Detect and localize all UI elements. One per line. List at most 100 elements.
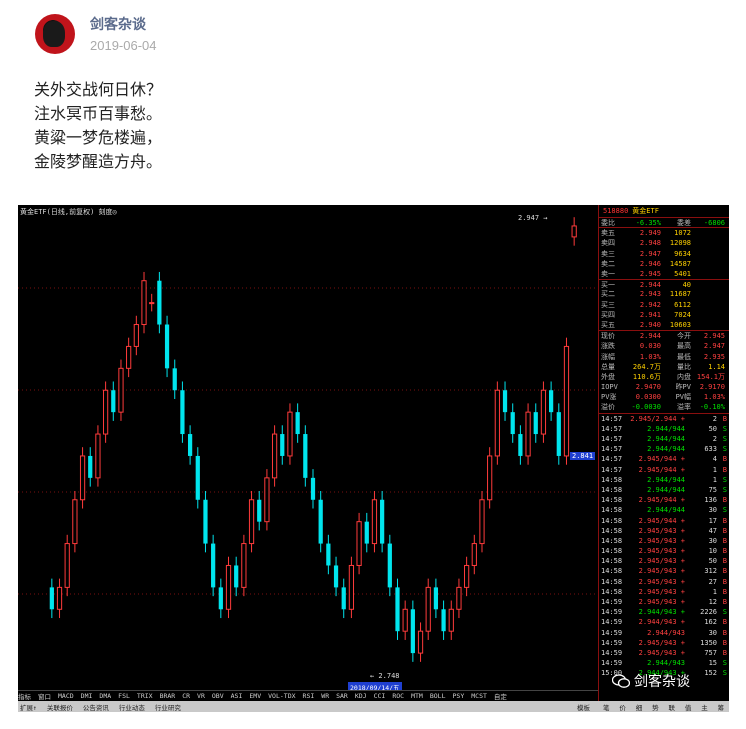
quote-footer-tab[interactable]: 值 <box>685 702 692 712</box>
indicator-tab[interactable]: CCI <box>374 692 386 700</box>
indicator-tab[interactable]: RSI <box>303 692 315 700</box>
tick-row: 14:59 2.945/943 + 12 B <box>599 597 729 607</box>
template-tab[interactable]: 模板 <box>575 702 590 712</box>
quote-footer-tab[interactable]: 主 <box>701 702 708 712</box>
candle-body <box>510 412 515 435</box>
indicator-tab[interactable]: FSL <box>118 692 130 700</box>
indicator-tab[interactable]: 自定 <box>494 691 507 701</box>
candle-body <box>533 412 538 435</box>
stat-row: 溢价 -0.0030 溢率 -0.10% <box>599 402 729 412</box>
tick-side: B <box>722 496 727 505</box>
tick-list[interactable]: 14:57 2.945/2.944 +2 B 14:57 2.944/944 50 S 14:… <box>599 412 729 679</box>
tick-row: 14:58 2.945/943 + 47 B <box>599 526 729 536</box>
avatar-silhouette <box>43 21 65 47</box>
indicator-tab[interactable]: DMI <box>81 692 93 700</box>
candle-body <box>118 367 124 413</box>
tick-time: 14:59 <box>601 648 623 657</box>
indicator-tab[interactable]: DMA <box>99 692 111 700</box>
candle-body <box>149 302 155 305</box>
quote-footer-tab[interactable]: 细 <box>636 702 643 712</box>
tick-price: 2.945/943 + <box>638 567 685 576</box>
author-name[interactable]: 剑客杂谈 <box>90 14 146 34</box>
tick-row: 14:58 2.945/944 + 17 B <box>599 515 729 525</box>
tick-side: B <box>722 526 727 535</box>
stat-value: 264.7万 <box>632 362 661 371</box>
order-book-row: 卖二 2.946 14587 <box>599 259 729 269</box>
candle-body <box>525 411 531 457</box>
tick-price: 2.945/943 + <box>638 577 685 586</box>
order-level-label: 卖四 <box>601 239 615 248</box>
indicator-tab[interactable]: ASI <box>231 692 243 700</box>
candle-body <box>141 280 147 326</box>
indicator-tab[interactable]: EMV <box>249 692 261 700</box>
indicator-tab[interactable]: TRIX <box>137 692 153 700</box>
order-level-label: 卖二 <box>601 259 615 268</box>
candle-body <box>402 608 408 632</box>
tick-row: 14:59 2.944/943 15 S <box>599 658 729 668</box>
tick-price: 2.944/944 <box>647 475 685 484</box>
poem-line: 关外交战何日休？ <box>34 80 163 99</box>
order-price: 2.948 <box>639 239 661 248</box>
indicator-tab[interactable]: BRAR <box>160 692 176 700</box>
indicator-tab[interactable]: MACD <box>58 692 74 700</box>
tick-side: B <box>722 567 727 576</box>
indicator-tab[interactable]: VR <box>197 692 205 700</box>
quote-header: 518880 黄金ETF <box>599 205 729 217</box>
order-book-row: 买二 2.943 11687 <box>599 289 729 299</box>
bottom-tab[interactable]: 公告资讯 <box>81 702 109 712</box>
label: 委比 <box>601 218 615 227</box>
indicator-tab[interactable]: OBV <box>212 692 224 700</box>
indicator-tab[interactable]: PSY <box>453 692 465 700</box>
quote-footer-tab[interactable]: 价 <box>619 702 626 712</box>
indicator-tab[interactable]: MTM <box>411 692 423 700</box>
candle-body <box>549 390 554 413</box>
order-book-row: 买三 2.942 6112 <box>599 300 729 310</box>
indicator-tab[interactable]: KDJ <box>355 692 367 700</box>
indicator-tab[interactable]: 指标 <box>18 691 31 701</box>
candle-body <box>356 521 362 566</box>
candle-body <box>540 389 547 435</box>
quote-footer-tab[interactable]: 笔 <box>603 702 610 712</box>
indicator-tab[interactable]: ROC <box>392 692 404 700</box>
tick-time: 14:58 <box>601 567 623 576</box>
candle-body <box>518 434 523 456</box>
stat-label: 量比 <box>677 362 691 371</box>
order-price: 2.941 <box>639 310 661 319</box>
quote-footer-tab[interactable]: 筹 <box>718 702 725 712</box>
tick-row: 14:58 2.945/943 + 312 B <box>599 566 729 576</box>
tick-row: 14:58 2.945/943 + 27 B <box>599 577 729 587</box>
stat-label: 最高 <box>677 342 691 351</box>
indicator-tab[interactable]: CR <box>182 692 190 700</box>
quote-footer-tab[interactable]: 联 <box>668 702 675 712</box>
bottom-tab[interactable]: 关联报价 <box>45 702 73 712</box>
indicator-tab[interactable]: 窗口 <box>38 691 51 701</box>
tick-time: 14:57 <box>601 414 623 423</box>
tick-volume: 757 <box>704 648 717 657</box>
tick-row: 14:58 2.945/943 + 50 B <box>599 556 729 566</box>
candle-body <box>211 543 216 588</box>
order-price: 2.945 <box>639 270 661 279</box>
indicator-tab[interactable]: WR <box>321 692 329 700</box>
bottom-tab[interactable]: 行业研究 <box>153 702 181 712</box>
tick-side: B <box>722 414 727 423</box>
stock-chart-image[interactable]: 2.947 → ← 2.748 黄金ETF(日线,前复权) 刻度◎ 2.841 … <box>18 205 729 712</box>
bottom-tab[interactable]: 扩展↑ <box>18 702 37 712</box>
bottom-tab[interactable]: 行业动态 <box>117 702 145 712</box>
quote-footer-tab[interactable]: 势 <box>652 702 659 712</box>
candle-body <box>494 389 500 457</box>
tick-price: 2.944/944 <box>647 485 685 494</box>
stat-label: 外盘 <box>601 372 615 381</box>
indicator-tab[interactable]: MCST <box>471 692 487 700</box>
order-volume: 10603 <box>669 320 691 329</box>
tick-price: 2.944/943 <box>647 628 685 637</box>
tick-row: 14:57 2.945/944 + 1 B <box>599 465 729 475</box>
indicator-tab[interactable]: VOL-TDX <box>268 692 295 700</box>
chart-title: 黄金ETF(日线,前复权) 刻度◎ <box>20 208 117 216</box>
tick-time: 14:58 <box>601 475 623 484</box>
author-avatar[interactable] <box>35 14 75 54</box>
indicator-tab[interactable]: BOLL <box>430 692 446 700</box>
indicator-tab[interactable]: SAR <box>336 692 348 700</box>
tick-side: S <box>722 424 727 433</box>
tick-side: B <box>722 536 727 545</box>
candle-body <box>310 477 316 500</box>
